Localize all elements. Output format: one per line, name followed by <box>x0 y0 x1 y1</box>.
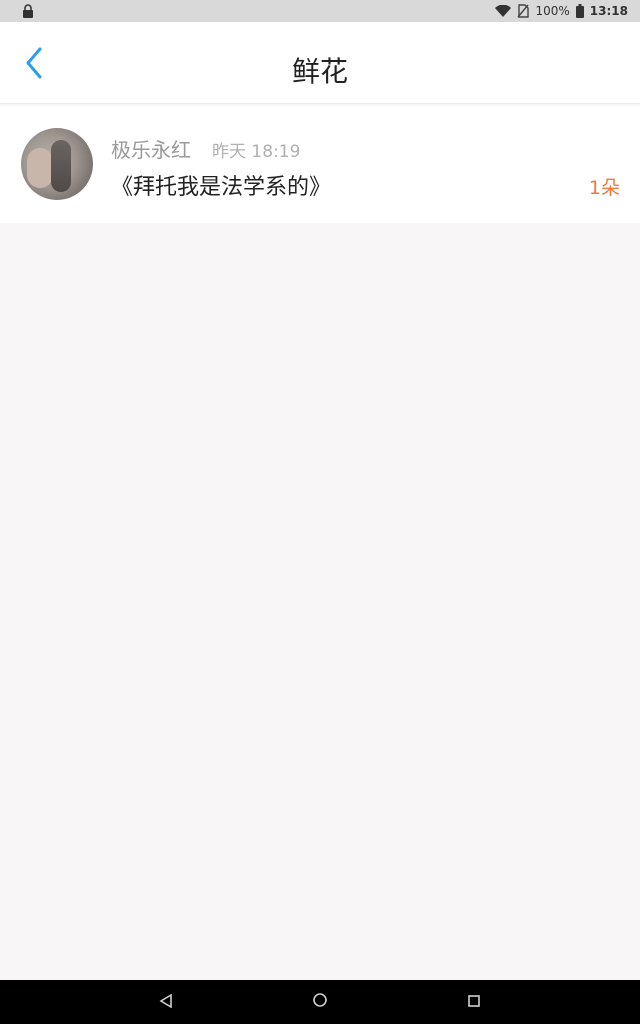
battery-percent: 100% <box>535 4 570 18</box>
system-nav-bar <box>0 980 640 1024</box>
lock-icon <box>22 4 34 18</box>
page-title: 鲜花 <box>291 55 348 88</box>
back-triangle-icon <box>159 993 173 1012</box>
timestamp: 昨天 18:19 <box>212 142 301 162</box>
clock: 13:18 <box>589 4 628 18</box>
home-circle-icon <box>312 992 328 1012</box>
avatar-cat <box>51 140 71 192</box>
nav-home-button[interactable] <box>300 982 340 1022</box>
no-sim-icon <box>517 4 530 18</box>
username[interactable]: 极乐永红 <box>111 134 191 163</box>
avatar[interactable] <box>21 128 93 200</box>
app-header: 鲜花 <box>0 22 640 104</box>
status-bar: 100% 13:18 <box>0 0 640 22</box>
avatar-hand <box>27 148 53 188</box>
list-item[interactable]: 极乐永红 昨天 18:19 《拜托我是法学系的》 1朵 <box>0 106 640 223</box>
battery-icon <box>575 4 584 18</box>
nav-back-button[interactable] <box>146 982 186 1022</box>
nav-recents-button[interactable] <box>454 982 494 1022</box>
message-text: 《拜托我是法学系的》 <box>111 175 332 200</box>
wifi-icon <box>495 5 512 17</box>
flower-count: 1朵 <box>588 177 620 199</box>
recents-square-icon <box>467 993 481 1012</box>
